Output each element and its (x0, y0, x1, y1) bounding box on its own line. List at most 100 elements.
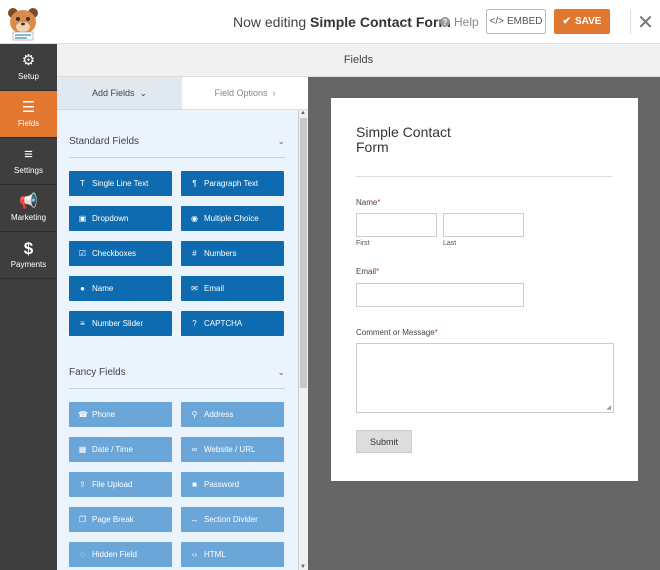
form-preview-card: Simple Contact Form Name* First Last Ema… (331, 98, 638, 481)
left-nav: ⚙ Setup ☰ Fields ≡ Settings 📢 Marketing … (0, 44, 57, 570)
field-button-label: Section Divider (204, 515, 258, 524)
standard-fields-header[interactable]: Standard Fields ⌄ (69, 125, 285, 158)
eye-slash-icon: ◌ (80, 550, 85, 559)
field-button-section-divider[interactable]: ↔ Section Divider (181, 507, 284, 532)
field-button-label: Dropdown (92, 214, 129, 223)
field-button-label: Multiple Choice (204, 214, 259, 223)
field-button-number-slider[interactable]: ≡ Number Slider (69, 311, 172, 336)
field-button-phone[interactable]: ☎ Phone (69, 402, 172, 427)
chevron-down-icon: ⌄ (139, 87, 148, 98)
fancy-fields-header[interactable]: Fancy Fields ⌄ (69, 356, 285, 389)
nav-label: Setup (18, 72, 39, 81)
copy-icon: ❐ (78, 515, 87, 524)
comment-label-text: Comment or Message (356, 328, 435, 337)
email-label: Email* (356, 267, 379, 276)
field-button-label: Hidden Field (92, 550, 137, 559)
help-link[interactable]: ? Help (440, 15, 479, 29)
divider (356, 176, 612, 177)
checkmark-icon: ✔ (562, 16, 571, 27)
dollar-icon: $ (23, 239, 34, 258)
field-button-label: Paragraph Text (204, 179, 259, 188)
last-sublabel: Last (443, 240, 457, 247)
top-bar: Now editing Simple Contact Form ? Help <… (0, 0, 660, 44)
map-pin-icon: ⚲ (191, 410, 198, 419)
submit-button[interactable]: Submit (356, 430, 412, 453)
field-button-name[interactable]: ● Name (69, 276, 172, 301)
field-button-email[interactable]: ✉ Email (181, 276, 284, 301)
editing-prefix: Now editing (233, 14, 307, 30)
field-button-label: Page Break (92, 515, 134, 524)
required-mark: * (376, 267, 380, 276)
scrollbar-thumb[interactable] (300, 118, 307, 388)
field-button-label: Address (204, 410, 234, 419)
question-icon: ? (192, 319, 197, 328)
field-button-label: Date / Time (92, 445, 133, 454)
field-button-paragraph-text[interactable]: ¶ Paragraph Text (181, 171, 284, 196)
link-icon: ∞ (191, 445, 198, 454)
form-name: Simple Contact Form (310, 14, 451, 30)
slider-icon: ≡ (80, 319, 85, 328)
tab-label: Add Fields (91, 88, 135, 98)
paragraph-icon: ¶ (192, 179, 197, 188)
embed-button[interactable]: </> EMBED (486, 9, 546, 34)
gear-icon: ⚙ (21, 52, 36, 69)
panel-tabs: Add Fields ⌄ Field Options › (57, 77, 308, 110)
fields-panel: Add Fields ⌄ Field Options › Standard Fi… (57, 77, 308, 570)
field-button-html[interactable]: ‹› HTML (181, 542, 284, 567)
sliders-icon: ≡ (24, 146, 33, 163)
checkbox-icon: ☑ (78, 249, 87, 258)
field-button-label: CAPTCHA (204, 319, 243, 328)
email-label-text: Email (356, 267, 377, 276)
close-icon[interactable]: ✕ (630, 10, 654, 34)
megaphone-icon: 📢 (19, 193, 38, 210)
field-button-page-break[interactable]: ❐ Page Break (69, 507, 172, 532)
code-icon: ‹› (191, 550, 198, 559)
name-label: Name* (356, 198, 380, 207)
first-sublabel: First (356, 240, 370, 247)
nav-item-setup[interactable]: ⚙ Setup (0, 44, 57, 91)
lock-icon: ■ (192, 480, 197, 489)
nav-item-fields[interactable]: ☰ Fields (0, 91, 57, 138)
field-button-label: File Upload (92, 480, 133, 489)
form-title: Simple Contact Form (356, 124, 451, 155)
help-label: Help (454, 15, 479, 29)
first-name-input[interactable] (356, 213, 437, 237)
field-button-checkboxes[interactable]: ☑ Checkboxes (69, 241, 172, 266)
field-button-dropdown[interactable]: ▣ Dropdown (69, 206, 172, 231)
email-input[interactable] (356, 283, 524, 307)
field-button-numbers[interactable]: # Numbers (181, 241, 284, 266)
field-button-password[interactable]: ■ Password (181, 472, 284, 497)
field-button-hidden-field[interactable]: ◌ Hidden Field (69, 542, 172, 567)
field-button-file-upload[interactable]: ⇪ File Upload (69, 472, 172, 497)
nav-item-marketing[interactable]: 📢 Marketing (0, 185, 57, 232)
field-button-label: Single Line Text (92, 179, 149, 188)
field-button-date-time[interactable]: ▦ Date / Time (69, 437, 172, 462)
field-button-label: Email (204, 284, 225, 293)
comment-textarea[interactable]: ◢ (356, 343, 614, 413)
save-button[interactable]: ✔ SAVE (554, 9, 610, 34)
field-button-captcha[interactable]: ? CAPTCHA (181, 311, 284, 336)
field-button-website-url[interactable]: ∞ Website / URL (181, 437, 284, 462)
field-button-multiple-choice[interactable]: ◉ Multiple Choice (181, 206, 284, 231)
nav-item-payments[interactable]: $ Payments (0, 232, 57, 279)
field-button-label: Password (204, 480, 240, 489)
standard-fields-section: Standard Fields ⌄ T Single Line Text ¶ Para… (69, 125, 285, 336)
nav-item-settings[interactable]: ≡ Settings (0, 138, 57, 185)
envelope-icon: ✉ (191, 284, 198, 293)
tab-field-options[interactable]: Field Options › (182, 77, 308, 110)
submit-label: Submit (369, 436, 398, 447)
field-button-label: Numbers (204, 249, 237, 258)
scroll-up-icon[interactable]: ▲ (300, 110, 306, 116)
comment-label: Comment or Message* (356, 328, 438, 337)
scroll-down-icon[interactable]: ▼ (300, 564, 306, 570)
help-icon: ? (440, 17, 450, 27)
field-button-single-line-text[interactable]: T Single Line Text (69, 171, 172, 196)
chevron-right-icon: › (272, 88, 276, 98)
fancy-fields-section: Fancy Fields ⌄ ☎ Phone ⚲ Address ▦ Date / Tim… (69, 356, 285, 567)
field-button-address[interactable]: ⚲ Address (181, 402, 284, 427)
tab-add-fields[interactable]: Add Fields ⌄ (57, 77, 182, 110)
arrows-h-icon: ↔ (190, 515, 199, 524)
panel-scrollbar[interactable]: ▲ ▼ (298, 110, 308, 570)
resize-handle-icon[interactable]: ◢ (606, 404, 611, 411)
last-name-input[interactable] (443, 213, 524, 237)
